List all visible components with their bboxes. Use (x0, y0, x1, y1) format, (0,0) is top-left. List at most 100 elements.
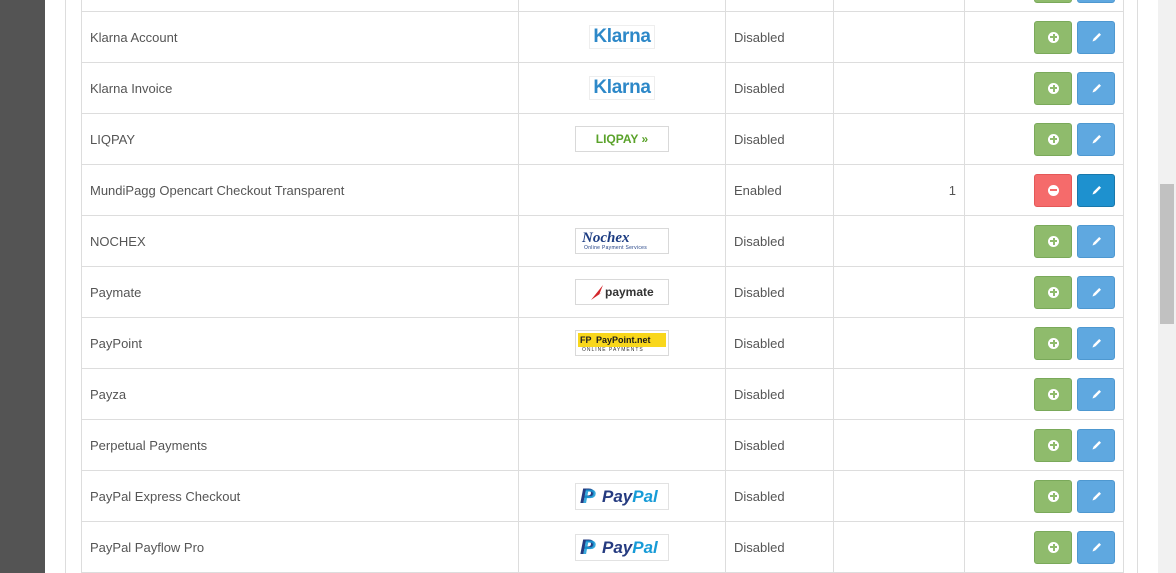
extension-logo-cell: P P PayPal (518, 470, 726, 522)
extension-name: Payza (81, 368, 519, 420)
extension-status: Disabled (725, 368, 834, 420)
sort-order (833, 317, 965, 369)
extension-status: Disabled (725, 419, 834, 471)
sort-order (833, 215, 965, 267)
extension-logo-cell (518, 368, 726, 420)
paymate-logo: paymate (575, 279, 669, 305)
install-button[interactable] (1034, 20, 1073, 54)
extension-logo-cell (518, 0, 726, 12)
edit-button[interactable] (1077, 530, 1115, 564)
paypal-logo: P P PayPal (575, 533, 669, 561)
install-button[interactable] (1034, 122, 1073, 156)
plus-circle-icon (1048, 439, 1060, 451)
extension-name (81, 0, 519, 12)
edit-button[interactable] (1077, 326, 1115, 360)
extension-logo-cell: FP PayPoint.net ONLINE PAYMENTS (518, 317, 726, 369)
extensions-table: Klarna Account Klarna Disabled Klarna Invo… (81, 0, 1124, 573)
action-cell (964, 113, 1124, 165)
action-cell (964, 419, 1124, 471)
sort-order (833, 521, 965, 573)
extension-status: Disabled (725, 11, 834, 63)
table-row: Payza Disabled (81, 368, 1124, 420)
extension-name: PayPal Payflow Pro (81, 521, 519, 573)
install-button[interactable] (1034, 530, 1073, 564)
extension-status: Disabled (725, 62, 834, 114)
table-row: PayPoint FP PayPoint.net ONLINE PAYMENTS Dis… (81, 317, 1124, 369)
table-row: PayPal Express Checkout P P PayPal Disabled (81, 470, 1124, 522)
table-row: NOCHEX Nochex Online Payment Services Disab… (81, 215, 1124, 267)
sort-order (833, 470, 965, 522)
install-button[interactable] (1034, 479, 1073, 513)
extension-status (725, 0, 834, 12)
plus-circle-icon (1048, 337, 1060, 349)
table-row (81, 0, 1124, 12)
install-button[interactable] (1034, 275, 1073, 309)
action-cell (964, 521, 1124, 573)
table-row: LIQPAY LIQPAY » Disabled (81, 113, 1124, 165)
uninstall-button[interactable] (1034, 173, 1073, 207)
table-row: Klarna Invoice Klarna Disabled (81, 62, 1124, 114)
action-cell (964, 215, 1124, 267)
action-cell (964, 164, 1124, 216)
nochex-logo: Nochex Online Payment Services (575, 228, 669, 254)
plus-circle-icon (1048, 133, 1060, 145)
table-row: MundiPagg Opencart Checkout Transparent E… (81, 164, 1124, 216)
install-button[interactable] (1034, 0, 1073, 3)
table-row: PayPal Payflow Pro P P PayPal Disabled (81, 521, 1124, 573)
extension-name: PayPoint (81, 317, 519, 369)
plus-circle-icon (1048, 235, 1060, 247)
edit-button[interactable] (1077, 377, 1115, 411)
sort-order (833, 419, 965, 471)
action-cell (964, 11, 1124, 63)
sort-order (833, 266, 965, 318)
action-cell (964, 317, 1124, 369)
plus-circle-icon (1048, 286, 1060, 298)
extension-logo-cell: paymate (518, 266, 726, 318)
extension-logo-cell: LIQPAY » (518, 113, 726, 165)
edit-button[interactable] (1077, 71, 1115, 105)
sort-order (833, 11, 965, 63)
install-button[interactable] (1034, 428, 1073, 462)
extension-status: Disabled (725, 215, 834, 267)
install-button[interactable] (1034, 71, 1073, 105)
plus-circle-icon (1048, 31, 1060, 43)
sort-order: 1 (833, 164, 965, 216)
extension-status: Disabled (725, 521, 834, 573)
action-cell (964, 62, 1124, 114)
extension-name: PayPal Express Checkout (81, 470, 519, 522)
extension-logo-cell: Klarna (518, 62, 726, 114)
sort-order (833, 113, 965, 165)
edit-button[interactable] (1077, 479, 1115, 513)
edit-button[interactable] (1077, 122, 1115, 156)
extension-name: Perpetual Payments (81, 419, 519, 471)
liqpay-logo: LIQPAY » (575, 126, 669, 152)
edit-button[interactable] (1077, 173, 1115, 207)
edit-button[interactable] (1077, 428, 1115, 462)
install-button[interactable] (1034, 377, 1073, 411)
extension-logo-cell: P P PayPal (518, 521, 726, 573)
edit-button[interactable] (1077, 224, 1115, 258)
edit-button[interactable] (1077, 275, 1115, 309)
install-button[interactable] (1034, 224, 1073, 258)
klarna-logo: Klarna (589, 25, 655, 49)
extension-status: Enabled (725, 164, 834, 216)
table-row: Paymate paymate Disabled (81, 266, 1124, 318)
plus-circle-icon (1048, 388, 1060, 400)
extension-logo-cell: Klarna (518, 11, 726, 63)
extension-logo-cell (518, 164, 726, 216)
left-sidebar-edge (0, 0, 45, 573)
scrollbar-thumb[interactable] (1160, 184, 1174, 324)
edit-button[interactable] (1077, 20, 1115, 54)
edit-button[interactable] (1077, 0, 1115, 3)
action-cell (964, 0, 1124, 12)
sort-order (833, 0, 965, 12)
extension-name: Klarna Account (81, 11, 519, 63)
sort-order (833, 368, 965, 420)
minus-circle-icon (1048, 184, 1060, 196)
table-row: Perpetual Payments Disabled (81, 419, 1124, 471)
plus-circle-icon (1048, 541, 1060, 553)
install-button[interactable] (1034, 326, 1073, 360)
extension-logo-cell: Nochex Online Payment Services (518, 215, 726, 267)
extension-name: LIQPAY (81, 113, 519, 165)
extension-status: Disabled (725, 470, 834, 522)
